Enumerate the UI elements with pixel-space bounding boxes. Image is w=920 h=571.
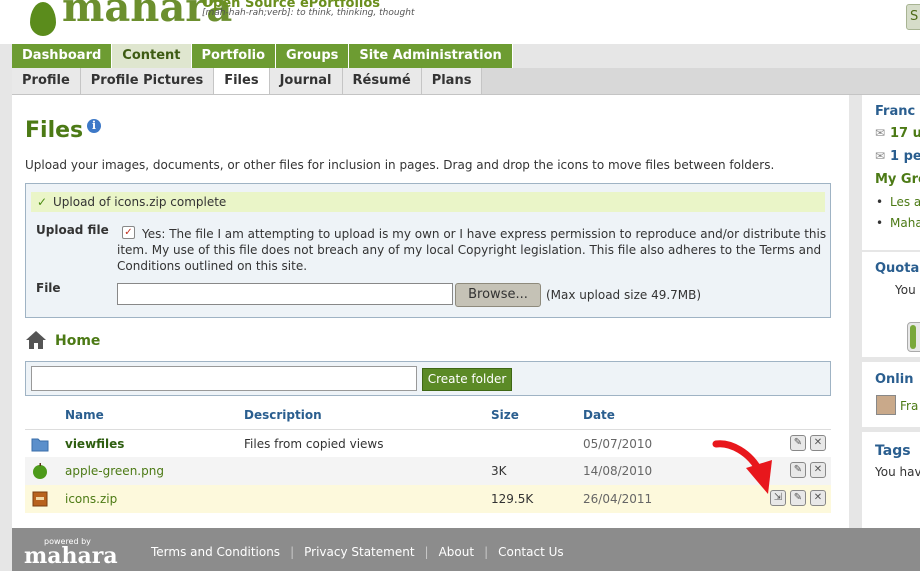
upload-success-message: ✓ Upload of icons.zip complete <box>31 192 825 212</box>
file-label: File <box>36 281 61 295</box>
sidebar-messages-pending[interactable]: 1 pe <box>890 149 920 164</box>
file-description: Files from copied views <box>244 437 384 451</box>
sidebar-tags-title: Tags <box>875 443 911 459</box>
quota-bar-fill <box>910 325 916 349</box>
footer-link-privacy[interactable]: Privacy Statement <box>304 545 414 559</box>
success-text: Upload of icons.zip complete <box>53 195 227 209</box>
tab-site-administration[interactable]: Site Administration <box>349 44 513 68</box>
search-button[interactable]: S <box>906 4 920 30</box>
file-name-link[interactable]: icons.zip <box>65 492 117 506</box>
quota-bar <box>907 322 920 352</box>
sidebar-tags-text: You hav <box>875 465 920 479</box>
footer-link-terms[interactable]: Terms and Conditions <box>151 545 280 559</box>
column-header-name[interactable]: Name <box>65 408 104 422</box>
sidebar-quota-title: Quota <box>875 261 920 276</box>
delete-icon[interactable]: ✕ <box>810 462 826 478</box>
footer-link-contact[interactable]: Contact Us <box>498 545 564 559</box>
subtab-profile[interactable]: Profile <box>12 68 81 94</box>
tab-groups[interactable]: Groups <box>276 44 350 68</box>
sidebar-online-user[interactable]: Fra <box>900 399 918 413</box>
file-date: 26/04/2011 <box>583 492 653 506</box>
check-icon: ✓ <box>37 195 48 209</box>
envelope-icon: ✉ <box>875 149 886 163</box>
footer-link-about[interactable]: About <box>439 545 474 559</box>
permission-checkbox[interactable]: ✓ <box>122 226 135 239</box>
sidebar-user-name[interactable]: Franc <box>875 104 915 119</box>
delete-icon[interactable]: ✕ <box>810 490 826 506</box>
folder-icon[interactable] <box>31 436 49 452</box>
page-intro: Upload your images, documents, or other … <box>25 158 775 172</box>
file-name-link[interactable]: viewfiles <box>65 437 124 451</box>
subtab-files[interactable]: Files <box>214 68 270 94</box>
footer-logo-text: mahara <box>24 543 118 569</box>
edit-icon[interactable]: ✎ <box>790 435 806 451</box>
sidebar-my-groups-title: My Gro <box>875 172 920 187</box>
avatar[interactable] <box>876 395 896 415</box>
file-date: 05/07/2010 <box>583 437 653 451</box>
column-header-description[interactable]: Description <box>244 408 322 422</box>
browse-button[interactable]: Browse... <box>455 283 541 307</box>
file-size: 129.5K <box>491 492 534 506</box>
site-tagline-sub: [mah-hah-rah;verb]: to think, thinking, … <box>202 8 415 18</box>
file-date: 14/08/2010 <box>583 464 653 478</box>
tab-portfolio[interactable]: Portfolio <box>191 44 277 68</box>
footer-links: Terms and Conditions | Privacy Statement… <box>151 545 564 559</box>
column-header-size[interactable]: Size <box>491 408 519 422</box>
file-name-link[interactable]: apple-green.png <box>65 464 164 478</box>
folder-name-input[interactable] <box>31 366 417 391</box>
max-upload-size: (Max upload size 49.7MB) <box>546 288 702 302</box>
file-size: 3K <box>491 464 507 478</box>
image-icon[interactable] <box>31 463 49 479</box>
red-arrow-annotation <box>712 440 772 494</box>
site-header: mahara Open Source ePortfolios [mah-hah-… <box>0 0 920 44</box>
subtab-plans[interactable]: Plans <box>421 68 483 94</box>
separator: | <box>290 545 295 559</box>
tab-dashboard[interactable]: Dashboard <box>12 44 113 68</box>
envelope-icon: ✉ <box>875 126 886 140</box>
sidebar-messages-unread[interactable]: 17 u <box>890 126 920 141</box>
bullet: • <box>876 216 884 230</box>
file-input[interactable] <box>117 283 453 305</box>
column-header-date[interactable]: Date <box>583 408 615 422</box>
upload-file-label: Upload file <box>36 223 109 237</box>
create-folder-button[interactable]: Create folder <box>422 368 512 391</box>
subtab-profile-pictures[interactable]: Profile Pictures <box>80 68 215 94</box>
sidebar-group-link[interactable]: Maha <box>890 216 920 230</box>
bullet: • <box>876 195 884 209</box>
sidebar-quota-text: You <box>895 283 916 297</box>
edit-icon[interactable]: ✎ <box>790 462 806 478</box>
sidebar-group-link[interactable]: Les a <box>890 195 920 209</box>
sidebar-online-title: Onlin <box>875 372 914 387</box>
separator: | <box>424 545 429 559</box>
home-folder-link[interactable]: Home <box>55 333 100 349</box>
archive-icon[interactable] <box>31 491 49 507</box>
permission-text: Yes: The file I am attempting to upload … <box>117 227 827 273</box>
subtab-journal[interactable]: Journal <box>269 68 343 94</box>
delete-icon[interactable]: ✕ <box>810 435 826 451</box>
separator: | <box>484 545 489 559</box>
sub-nav: Profile Profile Pictures Files Journal R… <box>12 68 483 94</box>
page-title: Files <box>25 118 84 143</box>
mahara-logo-icon[interactable] <box>30 2 56 36</box>
main-nav: Dashboard Content Portfolio Groups Site … <box>12 44 513 68</box>
info-icon[interactable]: i <box>87 119 101 133</box>
tab-content[interactable]: Content <box>112 44 192 68</box>
home-icon[interactable] <box>25 330 47 350</box>
edit-icon[interactable]: ✎ <box>790 490 806 506</box>
subtab-resume[interactable]: Résumé <box>342 68 422 94</box>
